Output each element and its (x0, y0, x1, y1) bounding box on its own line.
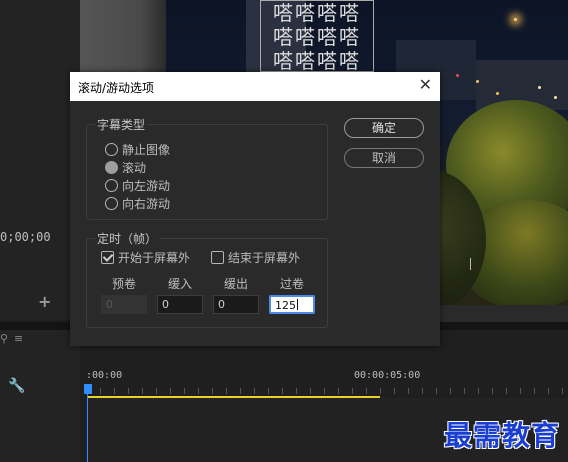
checkbox-label: 结束于屏幕外 (228, 250, 301, 265)
dialog-titlebar[interactable]: 滚动/游动选项 ✕ (70, 72, 440, 101)
radio-indicator (105, 160, 118, 174)
check-indicator (101, 250, 114, 264)
wrench-icon[interactable]: 🔧 (8, 378, 25, 394)
marker-icon[interactable]: ⚲ (0, 332, 8, 345)
preroll-label: 预卷 (111, 277, 136, 291)
street-light (514, 18, 517, 21)
watermark-logo: 最需教育 (444, 419, 561, 452)
radio-crawl-right[interactable]: 向右游动 (105, 195, 170, 211)
radio-still[interactable]: 静止图像 (105, 141, 170, 157)
check-indicator (211, 250, 224, 264)
tools-panel (0, 330, 80, 462)
roll-crawl-options-dialog: 滚动/游动选项 ✕ 字幕类型 静止图像 滚动 向左游动 向右游动 定时（帧） 开… (70, 72, 440, 346)
city-light (538, 86, 541, 89)
city-light (476, 80, 479, 83)
add-button[interactable]: + (38, 292, 51, 311)
city-light (456, 74, 459, 77)
ease-in-label: 缓入 (167, 277, 192, 291)
radio-label: 静止图像 (122, 142, 171, 157)
safe-margin-marker (470, 258, 471, 270)
cancel-button[interactable]: 取消 (344, 148, 424, 168)
radio-indicator (105, 196, 118, 210)
title-grid-row: 嗒嗒嗒嗒 (273, 49, 361, 73)
timing-group: 定时（帧） 开始于屏幕外 结束于屏幕外 预卷 缓入 缓出 过卷 0 0 0 12… (86, 230, 328, 328)
ease-in-input[interactable]: 0 (157, 295, 203, 314)
postroll-input-value: 125 (275, 299, 296, 312)
subtitle-type-group: 字幕类型 静止图像 滚动 向左游动 向右游动 (86, 116, 328, 220)
radio-indicator (105, 142, 118, 156)
ruler-end-timecode: 00:00:05:00 (354, 370, 421, 381)
radio-label: 向右游动 (122, 196, 171, 211)
postroll-input[interactable]: 125 (269, 295, 315, 314)
end-offscreen-checkbox[interactable]: 结束于屏幕外 (211, 249, 300, 265)
title-grid: 嗒嗒嗒嗒 嗒嗒嗒嗒 嗒嗒嗒嗒 (260, 0, 374, 73)
postroll-label: 过卷 (279, 277, 304, 291)
project-panel (0, 0, 80, 320)
start-offscreen-checkbox[interactable]: 开始于屏幕外 (101, 249, 190, 265)
ok-button[interactable]: 确定 (344, 118, 424, 138)
radio-indicator (105, 178, 118, 192)
text-caret (297, 299, 298, 310)
work-area-bar[interactable] (88, 396, 380, 398)
ease-out-label: 缓出 (223, 277, 248, 291)
subtitle-type-legend: 字幕类型 (95, 116, 148, 133)
radio-crawl-left[interactable]: 向左游动 (105, 177, 170, 193)
timing-legend: 定时（帧） (95, 230, 160, 247)
ease-out-input[interactable]: 0 (213, 295, 259, 314)
dialog-title: 滚动/游动选项 (78, 81, 155, 95)
playhead-line[interactable] (87, 394, 88, 462)
ruler-start-timecode: :00:00 (86, 370, 123, 381)
source-timecode[interactable]: 0;00;00 (0, 230, 51, 244)
radio-label: 向左游动 (122, 178, 171, 193)
title-preview-strip (80, 0, 166, 72)
close-icon[interactable]: ✕ (419, 76, 432, 94)
city-light (496, 92, 499, 95)
preroll-input: 0 (101, 295, 147, 314)
title-grid-row: 嗒嗒嗒嗒 (273, 1, 361, 25)
playhead-handle[interactable] (84, 384, 92, 394)
ruler-ticks (86, 388, 568, 394)
menu-icon[interactable]: ≡ (14, 332, 23, 345)
radio-roll[interactable]: 滚动 (105, 159, 146, 175)
title-grid-row: 嗒嗒嗒嗒 (273, 25, 361, 49)
checkbox-label: 开始于屏幕外 (118, 250, 191, 265)
radio-label: 滚动 (122, 160, 147, 175)
city-light (554, 96, 557, 99)
